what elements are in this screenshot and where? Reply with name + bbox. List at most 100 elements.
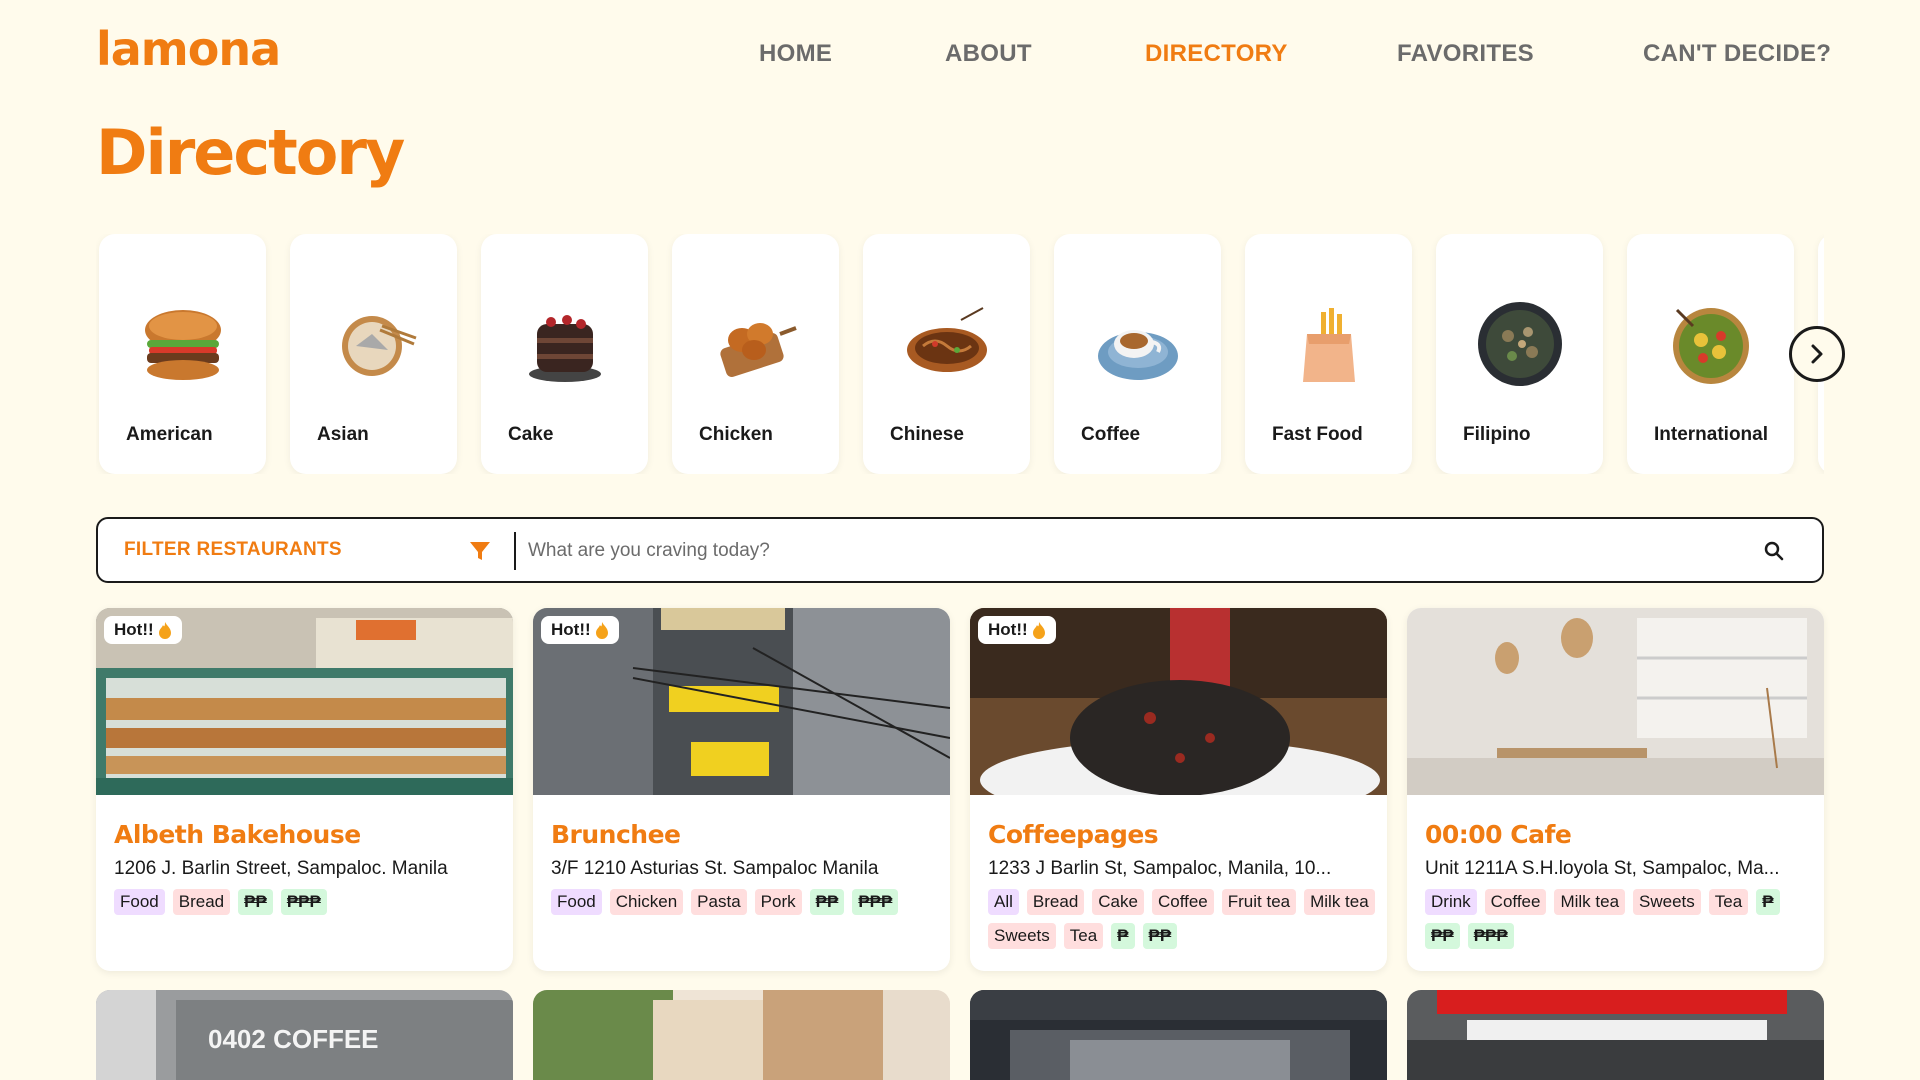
tag: Food bbox=[551, 889, 602, 915]
price-tag: ₱₱₱ bbox=[852, 889, 899, 915]
coffee-cup-icon bbox=[1094, 300, 1182, 388]
hot-badge: Hot!! bbox=[978, 616, 1056, 644]
tag: Pasta bbox=[691, 889, 747, 915]
filter-restaurants-dropdown[interactable]: FILTER RESTAURANTS bbox=[124, 539, 342, 561]
tag-list: Food Bread ₱₱ ₱₱₱ bbox=[114, 889, 504, 915]
hot-badge-label: Hot!! bbox=[988, 620, 1028, 639]
category-carousel: American Asian Cake Chicken Chinese Coff… bbox=[96, 234, 1824, 474]
price-tag: ₱₱ bbox=[238, 889, 273, 915]
tag: Pork bbox=[754, 889, 802, 915]
category-label: Fast Food bbox=[1272, 424, 1363, 445]
hot-badge: Hot!! bbox=[541, 616, 619, 644]
category-label: Asian bbox=[317, 424, 369, 445]
category-chinese[interactable]: Chinese bbox=[863, 234, 1030, 474]
noodles-icon bbox=[903, 300, 991, 388]
category-fast-food[interactable]: Fast Food bbox=[1245, 234, 1412, 474]
hot-badge-label: Hot!! bbox=[551, 620, 591, 639]
restaurant-card[interactable]: Hot!! Brunchee 3/F 1210 Asturias St. Sam… bbox=[533, 608, 950, 971]
restaurant-card[interactable] bbox=[1407, 990, 1824, 1080]
tag: Cake bbox=[1092, 889, 1144, 915]
chevron-right-icon bbox=[1811, 344, 1823, 364]
search-icon[interactable] bbox=[1764, 541, 1784, 561]
nav-directory[interactable]: DIRECTORY bbox=[1145, 40, 1288, 68]
nav-cant-decide[interactable]: CAN'T DECIDE? bbox=[1643, 40, 1831, 68]
restaurant-name[interactable]: Coffeepages bbox=[988, 820, 1159, 849]
tag: Milk tea bbox=[1554, 889, 1626, 915]
flame-icon bbox=[1032, 622, 1045, 639]
restaurant-card[interactable]: Hot!! Albeth Bakehouse 1206 J. Barlin St… bbox=[96, 608, 513, 971]
category-label: American bbox=[126, 424, 213, 445]
restaurant-name[interactable]: 00:00 Cafe bbox=[1425, 820, 1572, 849]
tag: Drink bbox=[1425, 889, 1477, 915]
restaurant-name[interactable]: Brunchee bbox=[551, 820, 681, 849]
tag: Fruit tea bbox=[1221, 889, 1297, 915]
shop-sign-text: 0402 COFFEE bbox=[208, 1024, 379, 1054]
category-international[interactable]: International bbox=[1627, 234, 1794, 474]
tag: Tea bbox=[1063, 923, 1104, 949]
restaurant-photo bbox=[1407, 990, 1824, 1080]
tag: Coffee bbox=[1151, 889, 1214, 915]
carousel-next-button[interactable] bbox=[1789, 326, 1845, 382]
main-nav: HOME ABOUT DIRECTORY FAVORITES CAN'T DEC… bbox=[0, 40, 1920, 80]
tag: Tea bbox=[1708, 889, 1749, 915]
price-tag: ₱₱₱ bbox=[1467, 923, 1514, 949]
restaurant-photo: 0402 COFFEE bbox=[96, 990, 513, 1080]
burger-icon bbox=[139, 300, 227, 388]
category-coffee[interactable]: Coffee bbox=[1054, 234, 1221, 474]
restaurant-address: Unit 1211A S.H.loyola St, Sampaloc, Ma..… bbox=[1425, 858, 1780, 879]
restaurant-address: 1233 J Barlin St, Sampaloc, Manila, 10..… bbox=[988, 858, 1332, 879]
category-cake[interactable]: Cake bbox=[481, 234, 648, 474]
tag: Sweets bbox=[1633, 889, 1701, 915]
restaurant-address: 3/F 1210 Asturias St. Sampaloc Manila bbox=[551, 858, 879, 879]
price-tag: ₱₱ bbox=[1425, 923, 1460, 949]
restaurant-card[interactable]: 0402 COFFEE bbox=[96, 990, 513, 1080]
price-tag: ₱₱₱ bbox=[280, 889, 327, 915]
tag: Food bbox=[114, 889, 165, 915]
tag: Bread bbox=[1026, 889, 1085, 915]
filter-search-bar: FILTER RESTAURANTS bbox=[96, 517, 1824, 583]
restaurant-card[interactable] bbox=[533, 990, 950, 1080]
restaurant-photo bbox=[970, 990, 1387, 1080]
category-asian[interactable]: Asian bbox=[290, 234, 457, 474]
category-label: Coffee bbox=[1081, 424, 1141, 445]
restaurant-card[interactable]: 00:00 Cafe Unit 1211A S.H.loyola St, Sam… bbox=[1407, 608, 1824, 971]
filipino-dish-icon bbox=[1476, 300, 1564, 388]
salad-bowl-icon bbox=[1667, 300, 1755, 388]
category-label: Chicken bbox=[699, 424, 773, 445]
price-tag: ₱₱ bbox=[1142, 923, 1178, 949]
restaurant-photo bbox=[1407, 608, 1824, 795]
category-label: International bbox=[1654, 424, 1769, 445]
tag: All bbox=[988, 889, 1019, 915]
nav-home[interactable]: HOME bbox=[759, 40, 832, 68]
category-filipino[interactable]: Filipino bbox=[1436, 234, 1603, 474]
restaurant-card[interactable]: Hot!! Coffeepages 1233 J Barlin St, Samp… bbox=[970, 608, 1387, 971]
nav-favorites[interactable]: FAVORITES bbox=[1397, 40, 1534, 68]
search-input[interactable] bbox=[528, 531, 1728, 571]
price-tag: ₱ bbox=[1111, 923, 1135, 949]
divider bbox=[514, 532, 516, 570]
dumpling-bowl-icon bbox=[330, 300, 418, 388]
tag-list: Drink Coffee Milk tea Sweets Tea ₱ ₱₱ ₱₱… bbox=[1425, 889, 1815, 949]
category-chicken[interactable]: Chicken bbox=[672, 234, 839, 474]
tag-list: All Bread Cake Coffee Fruit tea Milk tea… bbox=[988, 889, 1378, 949]
restaurant-photo: Hot!! bbox=[96, 608, 513, 795]
hot-badge-label: Hot!! bbox=[114, 620, 154, 639]
hot-badge: Hot!! bbox=[104, 616, 182, 644]
flame-icon bbox=[595, 622, 608, 639]
category-american[interactable]: American bbox=[99, 234, 266, 474]
price-tag: ₱ bbox=[1756, 889, 1780, 915]
tag: Sweets bbox=[988, 923, 1056, 949]
tag: Chicken bbox=[609, 889, 684, 915]
tag-list: Food Chicken Pasta Pork ₱₱ ₱₱₱ bbox=[551, 889, 941, 915]
restaurant-card[interactable] bbox=[970, 990, 1387, 1080]
flame-icon bbox=[158, 622, 171, 639]
price-tag: ₱₱ bbox=[809, 889, 845, 915]
restaurant-photo: Hot!! bbox=[533, 608, 950, 795]
nav-about[interactable]: ABOUT bbox=[945, 40, 1032, 68]
fried-chicken-icon bbox=[712, 300, 800, 388]
category-label: Filipino bbox=[1463, 424, 1531, 445]
tag: Bread bbox=[172, 889, 231, 915]
filter-icon[interactable] bbox=[468, 539, 492, 563]
page-title: Directory bbox=[96, 116, 405, 189]
restaurant-name[interactable]: Albeth Bakehouse bbox=[114, 820, 361, 849]
